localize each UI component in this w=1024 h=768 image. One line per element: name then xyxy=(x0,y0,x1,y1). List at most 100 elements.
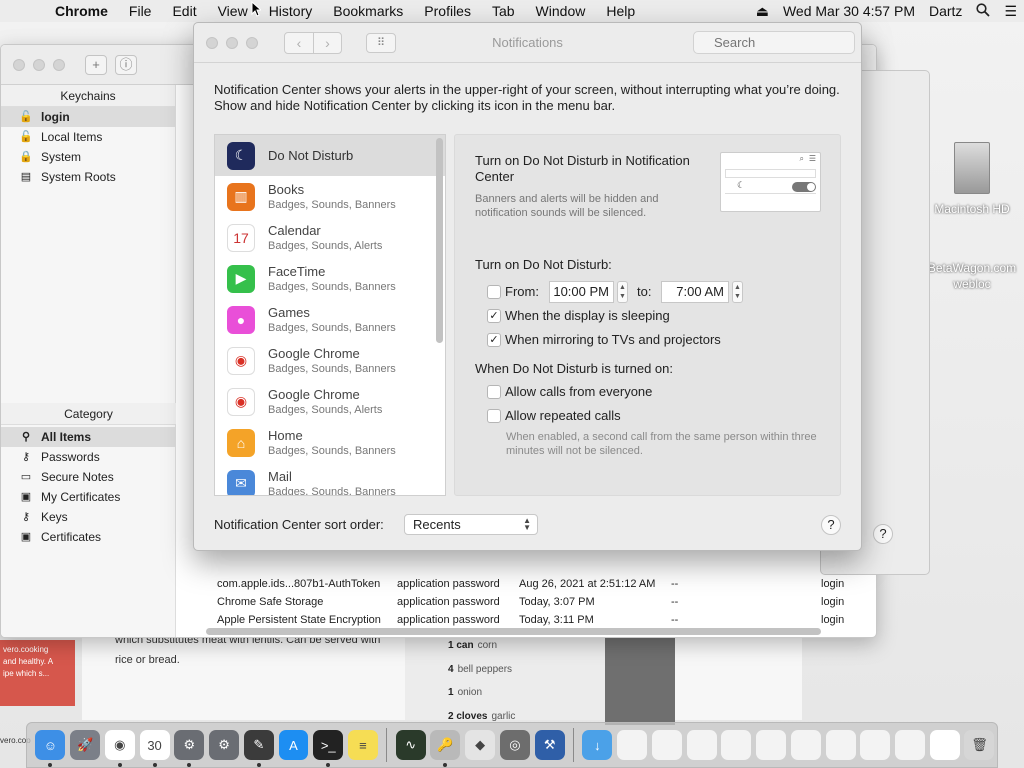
to-time-stepper[interactable]: ▲ ▼ xyxy=(732,281,743,303)
doc-thumb-5-icon[interactable] xyxy=(756,730,787,760)
running-indicator xyxy=(48,763,53,767)
info-icon[interactable]: ⓘ xyxy=(115,54,137,75)
doc-thumb-9-icon[interactable] xyxy=(895,730,925,760)
sidebar-item-my-certificates[interactable]: ▣ My Certificates xyxy=(1,487,176,507)
sidebar-item-label: Secure Notes xyxy=(41,470,114,484)
app-text: Mail Badges, Sounds, Banners xyxy=(268,469,396,495)
finder-icon[interactable]: ☺ xyxy=(35,730,66,767)
screenshot-icon[interactable]: ◎ xyxy=(499,730,530,760)
doc-thumb-7-icon[interactable] xyxy=(825,730,856,760)
notification-center-icon[interactable]: ☰ xyxy=(997,3,1024,20)
from-checkbox[interactable] xyxy=(487,285,501,299)
xcode-icon[interactable]: ⚒ xyxy=(534,730,565,760)
sort-order-select[interactable]: Recents ▲ ▼ xyxy=(404,514,538,535)
keychain-access-icon[interactable]: 🔑 xyxy=(430,730,461,767)
chrome-dock-icon[interactable]: ◉ xyxy=(104,730,135,767)
app-menu[interactable]: Chrome xyxy=(44,3,118,19)
launchpad-icon[interactable]: 🚀 xyxy=(70,730,101,760)
menu-history[interactable]: History xyxy=(258,3,323,19)
spotlight-search-icon[interactable] xyxy=(969,2,997,20)
webloc-desktop-icon[interactable]: BetaWagon.com webloc xyxy=(922,260,1022,292)
menu-window[interactable]: Window xyxy=(525,3,596,19)
sidebar-item-system-roots[interactable]: ▤ System Roots xyxy=(1,167,175,187)
app-list-item[interactable]: ▥ Books Badges, Sounds, Banners xyxy=(215,176,445,217)
app-list-item[interactable]: ✉ Mail Badges, Sounds, Banners xyxy=(215,463,445,495)
downloads-folder-icon[interactable]: ↓ xyxy=(582,730,613,760)
doc-thumb-4-icon[interactable] xyxy=(721,730,752,760)
close-button[interactable] xyxy=(13,58,25,71)
minimize-button[interactable] xyxy=(226,36,238,49)
notes-icon[interactable]: ≡ xyxy=(348,730,378,760)
doc-thumb-2-icon[interactable] xyxy=(651,730,682,760)
terminal-icon[interactable]: >_ xyxy=(313,730,344,767)
recipe-card[interactable]: vero.cooking and healthy. A ipe which s... xyxy=(0,640,75,706)
zoom-button[interactable] xyxy=(53,58,65,71)
help-button[interactable]: ? xyxy=(821,515,841,535)
allow-calls-checkbox[interactable] xyxy=(487,385,501,399)
search-input[interactable] xyxy=(693,31,855,54)
app-list-item[interactable]: ⌂ Home Badges, Sounds, Banners xyxy=(215,422,445,463)
calendar-dock-icon[interactable]: 30 xyxy=(139,730,170,767)
display-sleeping-checkbox[interactable]: ✓ xyxy=(487,309,501,323)
app-list-item[interactable]: 17 Calendar Badges, Sounds, Alerts xyxy=(215,217,445,258)
sidebar-item-system[interactable]: 🔒 System xyxy=(1,147,175,167)
app-name: Home xyxy=(268,428,303,443)
table-row[interactable]: Chrome Safe Storage application password T… xyxy=(177,593,876,611)
sidebar-item-keys[interactable]: ⚷ Keys xyxy=(1,507,176,527)
menu-bookmarks[interactable]: Bookmarks xyxy=(322,3,413,19)
sidebar-item-secure-notes[interactable]: ▭ Secure Notes xyxy=(1,467,176,487)
help-button-background[interactable]: ? xyxy=(873,524,893,544)
app-list-item[interactable]: ☾ Do Not Disturb xyxy=(215,135,445,176)
minimize-button[interactable] xyxy=(33,58,45,71)
category-header: Category xyxy=(1,403,176,425)
app-store-icon[interactable]: A xyxy=(278,730,309,760)
sidebar-item-all-items[interactable]: ⚲ All Items xyxy=(1,427,176,447)
note-icon: ▭ xyxy=(20,471,32,483)
app-list-item[interactable]: ◉ Google Chrome Badges, Sounds, Alerts xyxy=(215,381,445,422)
from-time-stepper[interactable]: ▲ ▼ xyxy=(617,281,628,303)
house-icon: ⌂ xyxy=(227,428,255,457)
app-list-item[interactable]: ▶ FaceTime Badges, Sounds, Banners xyxy=(215,258,445,299)
show-all-grid-icon[interactable]: ⠿ xyxy=(366,32,396,53)
doc-thumb-1-icon[interactable] xyxy=(617,730,648,760)
add-icon[interactable]: + xyxy=(85,54,107,75)
sidebar-item-local-items[interactable]: 🔓 Local Items xyxy=(1,127,175,147)
colorsync-icon[interactable]: ◆ xyxy=(465,730,496,760)
app-list-item[interactable]: ● Games Badges, Sounds, Banners xyxy=(215,299,445,340)
menu-file[interactable]: File xyxy=(118,3,162,19)
activity-monitor-icon[interactable]: ∿ xyxy=(395,730,426,760)
menu-tab[interactable]: Tab xyxy=(481,3,525,19)
doc-thumb-8-icon[interactable] xyxy=(860,730,891,760)
pixelmator-icon[interactable]: ✎ xyxy=(243,730,274,767)
system-preferences-2-icon[interactable]: ⚙ xyxy=(209,730,240,760)
close-button[interactable] xyxy=(206,36,218,49)
horizontal-scrollbar[interactable] xyxy=(206,628,821,635)
forward-chevron-icon[interactable]: › xyxy=(313,32,341,53)
menu-help[interactable]: Help xyxy=(595,3,645,19)
menu-user[interactable]: Dartz xyxy=(922,3,969,19)
system-preferences-icon[interactable]: ⚙ xyxy=(174,730,205,767)
sidebar-item-certificates[interactable]: ▣ Certificates xyxy=(1,527,176,547)
from-time-field[interactable]: 10:00 PM xyxy=(549,281,614,303)
window-thumb-icon[interactable] xyxy=(929,730,960,760)
to-time-field[interactable]: 7:00 AM xyxy=(661,281,729,303)
macintosh-hd-desktop-icon[interactable]: Macintosh HD xyxy=(922,142,1022,216)
mirroring-checkbox[interactable]: ✓ xyxy=(487,333,501,347)
sidebar-item-login[interactable]: 🔓 login xyxy=(1,107,175,127)
repeated-calls-note: When enabled, a second call from the sam… xyxy=(506,431,817,457)
app-list-item[interactable]: ◉ Google Chrome Badges, Sounds, Banners xyxy=(215,340,445,381)
repeated-calls-checkbox[interactable] xyxy=(487,409,501,423)
app-list-scrollbar[interactable] xyxy=(436,138,443,343)
sidebar-item-passwords[interactable]: ⚷ Passwords xyxy=(1,447,176,467)
zoom-button[interactable] xyxy=(246,36,258,49)
eject-icon[interactable]: ⏏ xyxy=(749,3,776,20)
doc-thumb-6-icon[interactable] xyxy=(790,730,821,760)
table-row[interactable]: com.apple.ids...807b1-AuthToken applicati… xyxy=(177,575,876,593)
doc-thumb-3-icon[interactable] xyxy=(686,730,717,760)
menu-clock[interactable]: Wed Mar 30 4:57 PM xyxy=(776,3,922,19)
menu-profiles[interactable]: Profiles xyxy=(413,3,481,19)
menu-edit[interactable]: Edit xyxy=(161,3,206,19)
trash-icon[interactable]: 🗑 xyxy=(964,730,995,760)
table-row[interactable]: Apple Persistent State Encryption applica… xyxy=(177,611,876,629)
back-chevron-icon[interactable]: ‹ xyxy=(285,33,313,53)
